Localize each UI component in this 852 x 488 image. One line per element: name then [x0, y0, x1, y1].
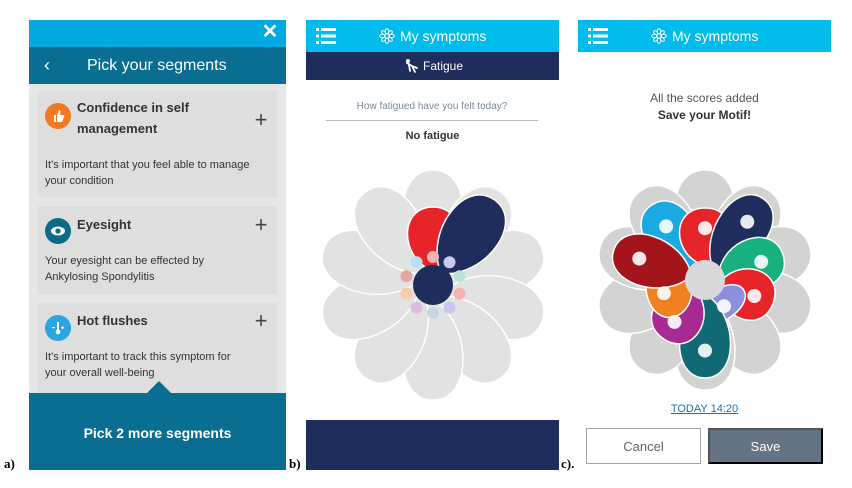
app-bar: My symptoms	[578, 20, 831, 52]
symptom-entry-panel: My symptoms Fatigue How fatigued have yo…	[306, 20, 559, 470]
segment-mini-icon	[453, 287, 466, 300]
page-title: Pick your segments	[87, 57, 227, 74]
close-icon[interactable]: ✕	[260, 22, 280, 42]
flower-logo-icon	[651, 28, 667, 44]
symptom-name: Fatigue	[423, 59, 464, 73]
wheel-center[interactable]	[413, 265, 453, 305]
add-segment-button[interactable]: +	[251, 109, 271, 131]
segment-mini-icon	[427, 251, 439, 263]
card-description: It's important that you feel able to man…	[45, 159, 250, 187]
segment-mini-icon	[410, 256, 423, 269]
segment-mini-icon	[410, 301, 423, 314]
back-icon[interactable]: ‹	[39, 55, 55, 75]
segment-mini-icon	[400, 287, 413, 300]
card-title: Eyesight	[77, 217, 132, 232]
app-title: My symptoms	[672, 28, 759, 44]
top-bar: ✕	[29, 20, 286, 47]
thermometer-icon	[45, 315, 71, 341]
segment-mini-icon	[443, 301, 456, 314]
segment-card-confidence[interactable]: Confidence in self management + It's imp…	[38, 91, 277, 197]
motif-wheel[interactable]	[585, 160, 825, 400]
motif-summary-panel: My symptoms All the scores added Save yo…	[578, 20, 831, 470]
pick-more-button[interactable]: Pick 2 more segments	[29, 393, 286, 470]
save-prompt: Save your Motif!	[657, 108, 752, 122]
bottom-bar	[306, 420, 559, 470]
segment-mini-icon	[453, 270, 466, 283]
divider	[326, 120, 538, 121]
symptom-wheel[interactable]	[313, 165, 553, 405]
coffee-icon	[632, 251, 647, 266]
pick-more-label: Pick 2 more segments	[83, 425, 232, 441]
status-message: All the scores added	[650, 91, 759, 105]
card-description: It's important to track this symptom for…	[45, 351, 231, 379]
eye-icon	[45, 218, 71, 244]
fatigue-icon	[740, 214, 755, 229]
foot-icon	[667, 314, 682, 329]
card-title: Hot flushes	[77, 313, 148, 328]
add-segment-button[interactable]: +	[251, 214, 271, 236]
cancel-button[interactable]: Cancel	[586, 428, 701, 464]
segment-card-hot-flushes[interactable]: Hot flushes + It's important to track th…	[38, 303, 277, 393]
header-bar: ‹ Pick your segments	[29, 47, 286, 84]
exercise-icon	[717, 299, 731, 314]
flower-logo-icon	[379, 28, 395, 44]
thermometer-icon	[659, 219, 674, 234]
alert-icon	[747, 289, 762, 303]
figure-label-b: b)	[289, 456, 301, 471]
timestamp-link[interactable]: TODAY 14:20	[578, 403, 831, 415]
stiffness-icon	[656, 286, 671, 301]
symptom-question: How fatigued have you felt today?	[356, 101, 508, 112]
menu-icon[interactable]	[588, 27, 608, 45]
menu-icon[interactable]	[316, 27, 336, 45]
fatigue-icon	[406, 59, 418, 73]
figure-label-a: a)	[4, 456, 15, 471]
figure-label-c: c).	[561, 456, 575, 471]
segments-panel: ✕ ‹ Pick your segments Confidence in sel…	[29, 20, 286, 470]
symptom-subheader: Fatigue	[306, 52, 559, 80]
card-description: Your eyesight can be effected by Ankylos…	[45, 255, 205, 283]
pain-icon	[698, 221, 712, 236]
card-title: Confidence in self management	[77, 100, 189, 136]
segment-mini-icon	[427, 307, 439, 319]
add-segment-button[interactable]: +	[251, 310, 271, 332]
save-button[interactable]: Save	[708, 428, 823, 464]
heart-icon	[698, 343, 712, 358]
pointer-notch	[147, 381, 171, 393]
thumbs-up-icon	[45, 103, 71, 129]
wheel-center	[685, 260, 725, 300]
segment-card-eyesight[interactable]: Eyesight + Your eyesight can be effected…	[38, 206, 277, 294]
selected-score-label: No fatigue	[405, 130, 460, 142]
segment-mini-icon	[400, 270, 413, 283]
app-bar: My symptoms	[306, 20, 559, 52]
sleep-icon	[754, 254, 769, 269]
segment-mini-icon	[443, 256, 456, 269]
app-title: My symptoms	[400, 28, 487, 44]
